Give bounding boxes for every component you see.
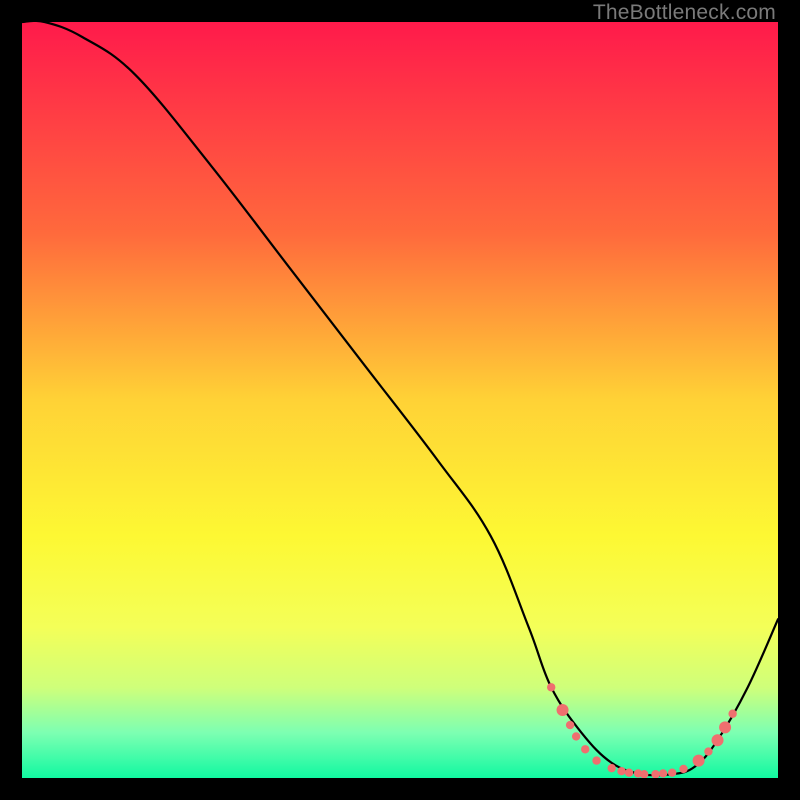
marker-point [617,767,625,775]
bottleneck-chart [22,22,778,778]
marker-point [607,764,615,772]
marker-point [581,745,589,753]
marker-point [547,683,555,691]
marker-point [704,747,712,755]
marker-point [679,765,687,773]
chart-background-gradient [22,22,778,778]
marker-point [592,756,600,764]
marker-point [728,710,736,718]
marker-point [566,721,574,729]
chart-frame [22,22,778,778]
marker-point [625,769,633,777]
marker-point [693,755,705,767]
watermark-text: TheBottleneck.com [593,1,776,25]
marker-point [659,769,667,777]
marker-point [668,769,676,777]
marker-point [719,721,731,733]
marker-point [557,704,569,716]
marker-point [712,734,724,746]
marker-point [572,732,580,740]
